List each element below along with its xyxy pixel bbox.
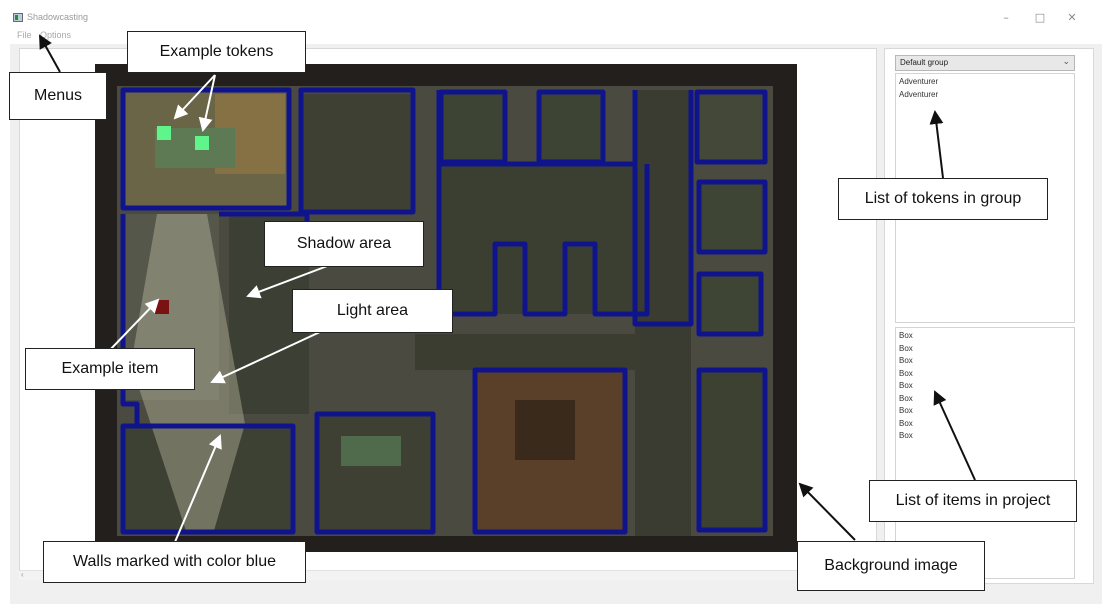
room-bottom-mid — [317, 414, 433, 532]
room-right-top — [697, 92, 765, 162]
table-center — [515, 400, 575, 460]
callout-example-item: Example item — [25, 348, 195, 390]
callout-menus: Menus — [9, 72, 107, 120]
token-adventurer-2 — [195, 136, 209, 150]
scroll-left-icon[interactable]: ‹ — [21, 570, 24, 579]
item-list-item[interactable]: Box — [899, 380, 1071, 393]
callout-background-image: Background image — [797, 541, 985, 591]
item-list-item[interactable]: Box — [899, 355, 1071, 368]
room-right-low — [699, 274, 761, 334]
callout-example-tokens: Example tokens — [127, 31, 306, 73]
minimize-icon[interactable]: – — [996, 10, 1016, 26]
callout-shadow-area: Shadow area — [264, 221, 424, 267]
callout-walls: Walls marked with color blue — [43, 541, 306, 583]
maximize-icon[interactable]: □ — [1030, 10, 1050, 26]
title-bar: Shadowcasting – □ ✕ — [10, 8, 1102, 30]
callout-item-list: List of items in project — [869, 480, 1077, 522]
close-icon[interactable]: ✕ — [1062, 10, 1082, 26]
room-right-mid — [699, 182, 765, 252]
item-box — [155, 300, 169, 314]
room-right-bottom — [699, 370, 765, 530]
token-list-item[interactable]: Adventurer — [899, 76, 1071, 89]
room-upper-mid — [301, 94, 413, 214]
token-adventurer-1 — [157, 126, 171, 140]
group-select-value: Default group — [900, 58, 949, 67]
item-list-item[interactable]: Box — [899, 405, 1071, 418]
item-list-item[interactable]: Box — [899, 430, 1071, 443]
room-hall-north — [439, 164, 647, 314]
room-cell-1 — [441, 92, 505, 162]
item-list-item[interactable]: Box — [899, 393, 1071, 406]
window-title: Shadowcasting — [27, 12, 89, 22]
item-list-item[interactable]: Box — [899, 418, 1071, 431]
callout-token-list: List of tokens in group — [838, 178, 1048, 220]
rug-bottom-mid — [341, 436, 401, 466]
menu-options[interactable]: Options — [40, 30, 71, 40]
room-cell-2 — [539, 92, 603, 162]
token-list-item[interactable]: Adventurer — [899, 89, 1071, 102]
menu-file[interactable]: File — [17, 30, 32, 40]
chevron-down-icon[interactable]: ⌄ — [1062, 57, 1070, 67]
group-select[interactable]: Default group ⌄ — [895, 55, 1075, 71]
app-icon — [13, 13, 23, 22]
item-list-item[interactable]: Box — [899, 368, 1071, 381]
callout-light-area: Light area — [292, 289, 453, 333]
item-list-item[interactable]: Box — [899, 343, 1071, 356]
item-list-item[interactable]: Box — [899, 330, 1071, 343]
hall-corridor — [415, 334, 641, 370]
